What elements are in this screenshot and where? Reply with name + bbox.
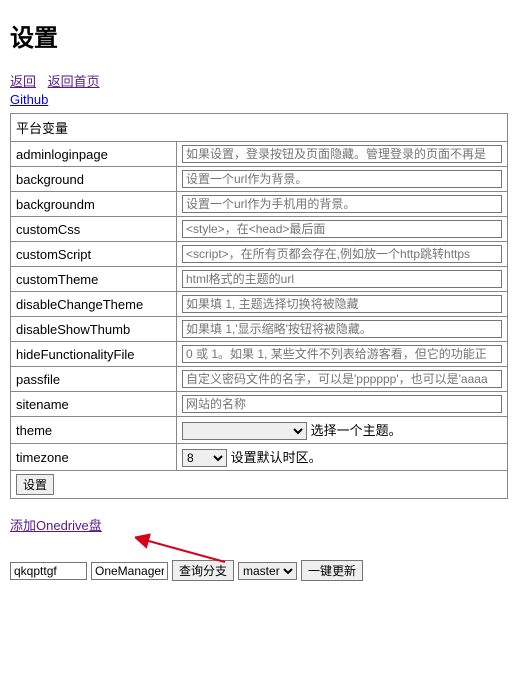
adminloginpage-input[interactable] <box>182 145 502 163</box>
home-link[interactable]: 返回首页 <box>48 74 100 89</box>
bottom-toolbar: 查询分支 master 一键更新 <box>10 560 509 581</box>
customscript-input[interactable] <box>182 245 502 263</box>
setting-label: backgroundm <box>11 192 177 217</box>
add-onedrive-link[interactable]: 添加Onedrive盘 <box>10 515 102 534</box>
customcss-input[interactable] <box>182 220 502 238</box>
disablechangetheme-input[interactable] <box>182 295 502 313</box>
page-title: 设置 <box>10 18 509 53</box>
branch-select[interactable]: master <box>238 562 297 580</box>
query-branch-button[interactable]: 查询分支 <box>172 560 234 581</box>
github-link[interactable]: Github <box>10 92 48 107</box>
passfile-input[interactable] <box>182 370 502 388</box>
setting-label: timezone <box>11 444 177 471</box>
timezone-select[interactable]: 8 <box>182 449 227 467</box>
submit-button[interactable]: 设置 <box>16 474 54 495</box>
setting-label: theme <box>11 417 177 444</box>
owner-input[interactable] <box>91 562 168 580</box>
settings-table: 平台变量 adminloginpage background backgroun… <box>10 113 508 499</box>
sitename-input[interactable] <box>182 395 502 413</box>
theme-desc: 选择一个主题。 <box>311 423 402 438</box>
back-link[interactable]: 返回 <box>10 74 36 89</box>
setting-label: background <box>11 167 177 192</box>
hidefunctionalityfile-input[interactable] <box>182 345 502 363</box>
setting-label: adminloginpage <box>11 142 177 167</box>
table-header: 平台变量 <box>11 114 508 142</box>
update-button[interactable]: 一键更新 <box>301 560 363 581</box>
setting-label: sitename <box>11 392 177 417</box>
backgroundm-input[interactable] <box>182 195 502 213</box>
disableshowthumb-input[interactable] <box>182 320 502 338</box>
setting-label: disableChangeTheme <box>11 292 177 317</box>
timezone-desc: 设置默认时区。 <box>231 450 322 465</box>
setting-label: customCss <box>11 217 177 242</box>
setting-label: customTheme <box>11 267 177 292</box>
setting-label: passfile <box>11 367 177 392</box>
repo-input[interactable] <box>10 562 87 580</box>
setting-label: disableShowThumb <box>11 317 177 342</box>
customtheme-input[interactable] <box>182 270 502 288</box>
theme-select[interactable] <box>182 422 307 440</box>
setting-label: customScript <box>11 242 177 267</box>
background-input[interactable] <box>182 170 502 188</box>
setting-label: hideFunctionalityFile <box>11 342 177 367</box>
